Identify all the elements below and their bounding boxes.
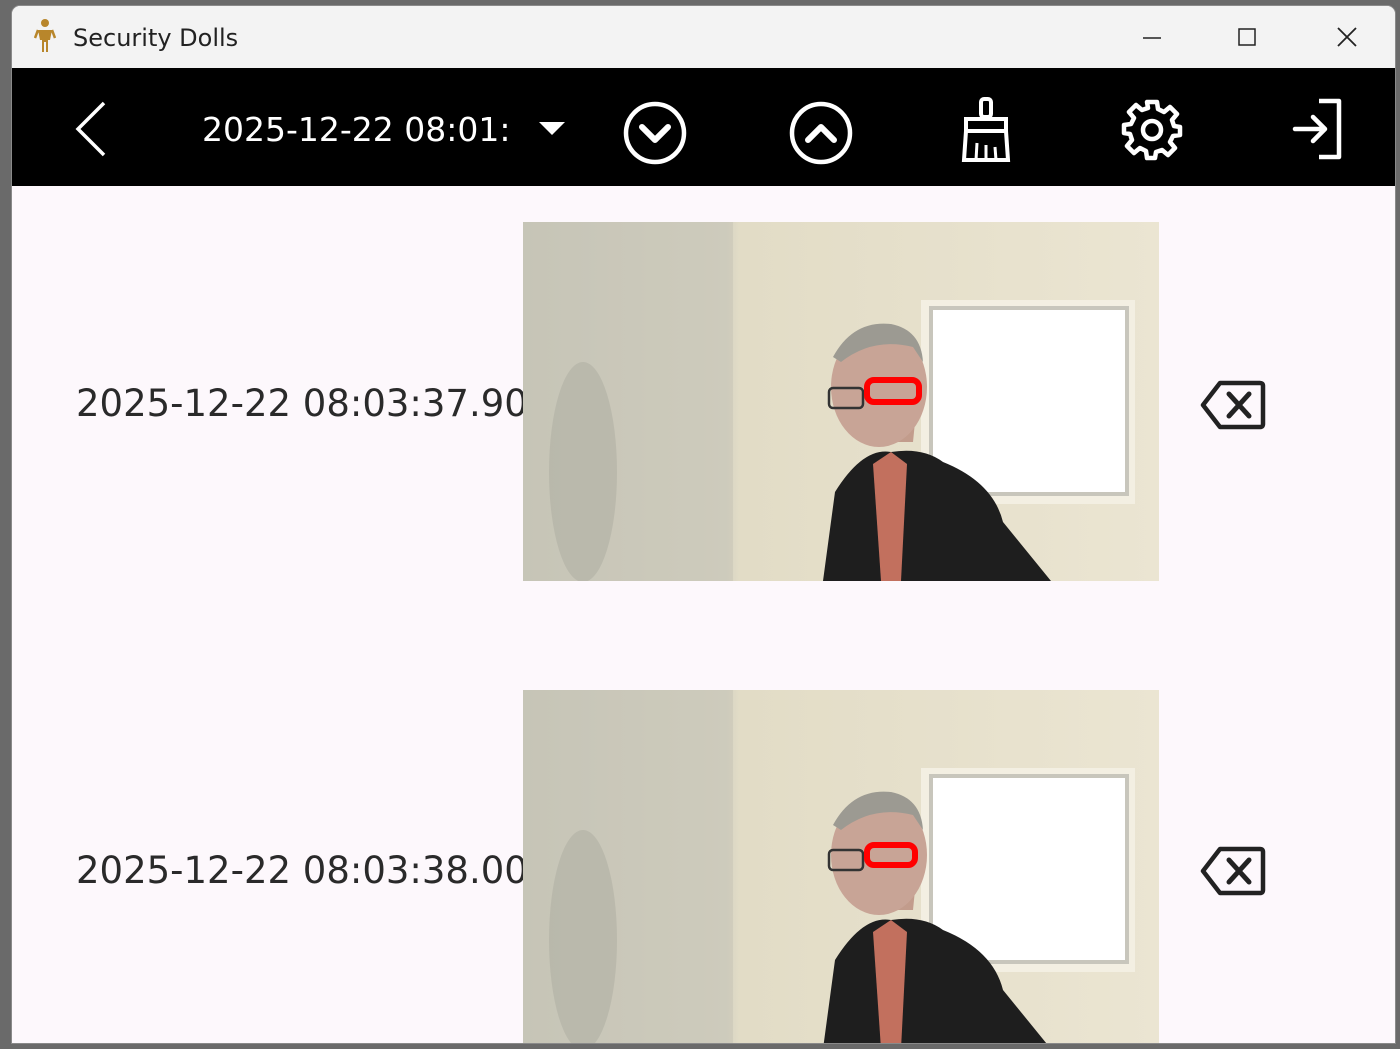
list-item: 2025-12-22 08:03:38.003: [12, 690, 1395, 1043]
settings-button[interactable]: [1120, 98, 1184, 162]
chevron-left-icon: [75, 101, 106, 157]
sign-in-icon: [1292, 98, 1342, 160]
backspace-icon: [1200, 846, 1266, 896]
minimize-icon: [1142, 37, 1161, 39]
list-item: 2025-12-22 08:03:37.903: [12, 222, 1395, 582]
date-filter-dropdown[interactable]: 2025-12-22 08:01:: [202, 106, 565, 152]
date-filter-value: 2025-12-22 08:01:: [202, 109, 511, 149]
scroll-up-button[interactable]: [788, 100, 854, 166]
delete-capture-button[interactable]: [1200, 380, 1266, 430]
minimize-button[interactable]: [1104, 6, 1199, 68]
capture-timestamp: 2025-12-22 08:03:37.903: [76, 382, 552, 425]
maximize-button[interactable]: [1199, 6, 1294, 68]
close-icon: [1336, 27, 1357, 47]
sign-in-button[interactable]: [1288, 96, 1348, 162]
back-button[interactable]: [66, 96, 116, 162]
capture-list[interactable]: 2025-12-22 08:03:37.903 2025-12-22 08:03…: [12, 186, 1395, 1043]
circle-chevron-up-icon: [789, 101, 853, 165]
capture-timestamp: 2025-12-22 08:03:38.003: [76, 849, 552, 892]
broom-icon: [961, 97, 1011, 162]
maximize-icon: [1237, 28, 1256, 46]
backspace-icon: [1200, 380, 1266, 430]
capture-image[interactable]: [523, 690, 1159, 1043]
window-title: Security Dolls: [73, 24, 239, 52]
scroll-down-button[interactable]: [622, 100, 688, 166]
clean-button[interactable]: [956, 94, 1016, 166]
capture-image[interactable]: [523, 222, 1159, 581]
close-button[interactable]: [1299, 6, 1394, 68]
toolbar: 2025-12-22 08:01:: [12, 68, 1395, 186]
caret-down-icon: [538, 122, 565, 135]
delete-capture-button[interactable]: [1200, 846, 1266, 896]
circle-chevron-down-icon: [623, 101, 687, 165]
gear-icon: [1121, 99, 1183, 161]
doll-icon: [34, 19, 56, 52]
title-bar[interactable]: Security Dolls: [12, 6, 1395, 68]
app-window: Security Dolls 2025-12-22 08:01: 2025-12…: [12, 6, 1395, 1043]
